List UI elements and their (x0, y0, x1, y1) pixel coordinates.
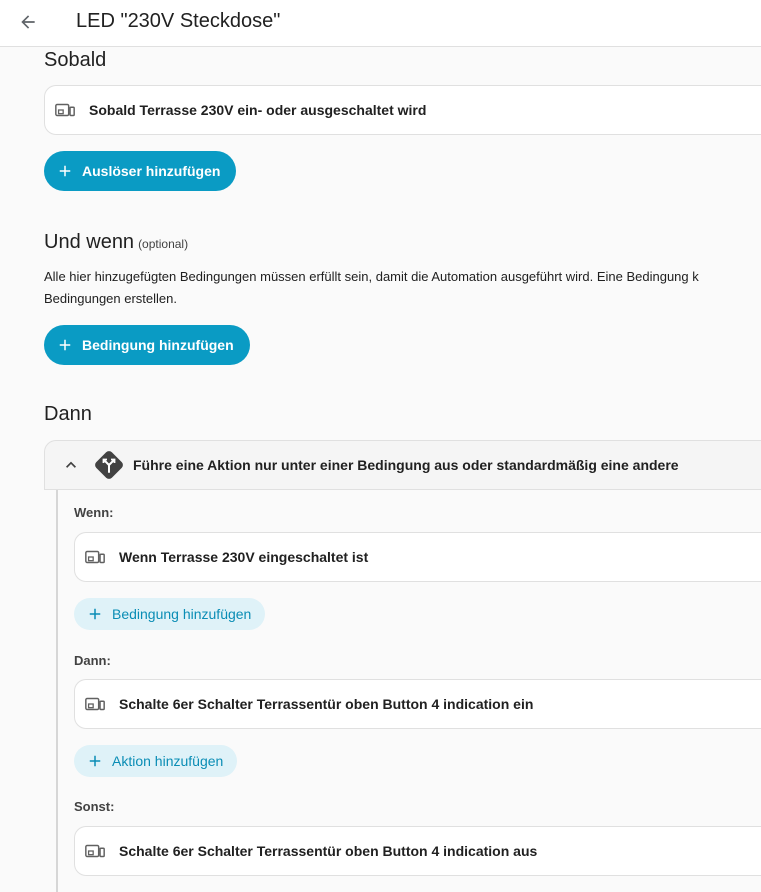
device-icon (83, 692, 107, 716)
chevron-up-icon[interactable] (59, 453, 83, 477)
add-condition-label: Bedingung hinzufügen (82, 337, 234, 353)
description-line-1: Alle hier hinzugefügten Bedingungen müss… (44, 269, 699, 284)
if-condition-card[interactable]: Wenn Terrasse 230V eingeschaltet ist (74, 532, 761, 582)
else-label: Sonst: (74, 799, 115, 814)
add-trigger-button[interactable]: Auslöser hinzufügen (44, 151, 237, 191)
conditions-section-title: Und wenn (optional) (44, 231, 188, 254)
else-action-label: Schalte 6er Schalter Terrassentür oben B… (119, 843, 538, 859)
nested-indent-line (56, 490, 58, 892)
add-condition-button[interactable]: Bedingung hinzufügen (44, 325, 250, 365)
add-then-action-button[interactable]: Aktion hinzufügen (74, 745, 238, 777)
top-app-bar: LED "230V Steckdose" (0, 0, 761, 47)
triggers-section-title: Sobald (44, 49, 107, 71)
conditions-description: Alle hier hinzugefügten Bedingungen müss… (44, 266, 761, 310)
actions-section-title: Dann (44, 403, 92, 425)
then-action-label: Schalte 6er Schalter Terrassentür oben B… (119, 696, 534, 712)
then-action-card[interactable]: Schalte 6er Schalter Terrassentür oben B… (74, 679, 761, 729)
add-trigger-label: Auslöser hinzufügen (82, 163, 221, 179)
plus-icon (56, 336, 74, 354)
conditions-title-text: Und wenn (44, 231, 135, 253)
choose-branch-icon (91, 447, 127, 483)
then-label: Dann: (74, 653, 111, 668)
choose-action-label: Führe eine Aktion nur unter einer Beding… (133, 457, 679, 473)
choose-action-header[interactable]: Führe eine Aktion nur unter einer Beding… (44, 440, 761, 490)
if-label: Wenn: (74, 505, 114, 520)
plus-icon (86, 605, 104, 623)
device-icon (83, 545, 107, 569)
else-action-card[interactable]: Schalte 6er Schalter Terrassentür oben B… (74, 826, 761, 876)
page-title: LED "230V Steckdose" (76, 10, 281, 32)
if-condition-label: Wenn Terrasse 230V eingeschaltet ist (119, 549, 369, 565)
add-if-condition-button[interactable]: Bedingung hinzufügen (74, 598, 266, 630)
device-icon (83, 839, 107, 863)
plus-icon (56, 162, 74, 180)
add-if-condition-label: Bedingung hinzufügen (112, 606, 252, 622)
plus-icon (86, 752, 104, 770)
trigger-card[interactable]: Sobald Terrasse 230V ein- oder ausgescha… (44, 85, 761, 135)
optional-label: (optional) (138, 237, 189, 251)
add-then-action-label: Aktion hinzufügen (112, 753, 224, 769)
description-line-2: Bedingungen erstellen. (44, 291, 177, 306)
arrow-left-icon[interactable] (12, 6, 44, 38)
trigger-label: Sobald Terrasse 230V ein- oder ausgescha… (89, 102, 427, 118)
device-icon (53, 98, 77, 122)
